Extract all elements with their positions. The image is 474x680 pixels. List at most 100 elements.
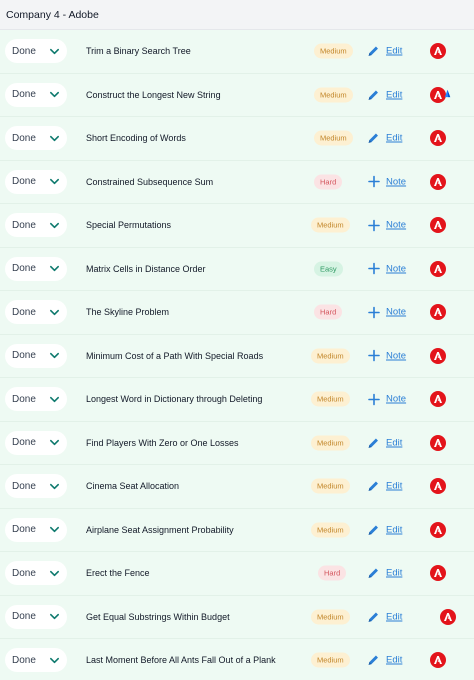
difficulty-badge: Hard (314, 174, 343, 190)
edit-note-button[interactable]: Edit (366, 609, 402, 624)
status-value: Done (12, 89, 36, 101)
atlassian-logo (442, 86, 453, 104)
problem-title[interactable]: Get Equal Substrings Within Budget (86, 612, 230, 622)
difficulty-badge: Medium (314, 43, 353, 59)
edit-note-button[interactable]: Edit (366, 131, 402, 146)
adobe-logo (430, 521, 446, 538)
status-value: Done (12, 263, 36, 275)
problem-row: Done Constrained Subsequence Sum Hard Note (0, 161, 474, 204)
add-note-button[interactable]: Note (366, 392, 406, 407)
edit-note-button[interactable]: Edit (366, 435, 402, 450)
chevron-down-icon (48, 176, 60, 188)
adobe-logo (430, 565, 446, 582)
problem-row: Done Short Encoding of Words Medium Edit (0, 117, 474, 161)
add-note-button[interactable]: Note (366, 348, 406, 363)
status-dropdown[interactable]: Done (5, 300, 67, 325)
status-value: Done (12, 611, 36, 623)
status-dropdown[interactable]: Done (5, 474, 67, 499)
status-dropdown[interactable]: Done (5, 126, 67, 151)
status-dropdown[interactable]: Done (5, 213, 67, 238)
chevron-down-icon (48, 89, 60, 101)
action-label: Note (386, 219, 407, 231)
problem-title[interactable]: Erect the Fence (86, 568, 150, 578)
add-note-button[interactable]: Note (366, 305, 406, 320)
chevron-down-icon (48, 306, 60, 318)
problem-list: Done Trim a Binary Search Tree Medium Edit D… (0, 30, 474, 680)
company-title: Company 4 - Adobe (6, 8, 99, 21)
add-note-button[interactable]: Note (366, 261, 406, 276)
problem-title[interactable]: Construct the Longest New String (86, 90, 221, 100)
problem-title[interactable]: Longest Word in Dictionary through Delet… (86, 394, 262, 404)
difficulty-badge: Medium (311, 391, 350, 407)
chevron-down-icon (48, 263, 60, 275)
status-value: Done (12, 132, 36, 144)
edit-note-button[interactable]: Edit (366, 87, 402, 102)
status-dropdown[interactable]: Done (5, 387, 67, 412)
company-header[interactable]: Company 4 - Adobe (0, 0, 474, 30)
status-dropdown[interactable]: Done (5, 517, 67, 542)
problem-row: Done Trim a Binary Search Tree Medium Edit (0, 30, 474, 74)
status-dropdown[interactable]: Done (5, 561, 67, 586)
status-dropdown[interactable]: Done (5, 39, 67, 64)
difficulty-badge: Hard (314, 304, 343, 320)
status-dropdown[interactable]: Done (5, 256, 67, 281)
problem-row: Done Get Equal Substrings Within Budget Me… (0, 596, 474, 639)
adobe-logo (430, 304, 446, 321)
adobe-logo (430, 347, 446, 364)
problem-title[interactable]: Minimum Cost of a Path With Special Road… (86, 351, 263, 361)
action-label: Edit (386, 89, 403, 101)
plus-icon (366, 392, 381, 407)
problem-title[interactable]: Find Players With Zero or One Losses (86, 438, 239, 448)
action-label: Edit (386, 524, 403, 536)
status-dropdown[interactable]: Done (5, 343, 67, 368)
problem-title[interactable]: Airplane Seat Assignment Probability (86, 525, 234, 535)
pencil-icon (366, 609, 381, 624)
action-label: Note (386, 306, 407, 318)
action-label: Note (386, 393, 407, 405)
edit-note-button[interactable]: Edit (366, 653, 402, 668)
problem-row: Done Last Moment Before All Ants Fall Out… (0, 639, 474, 680)
status-dropdown[interactable]: Done (5, 82, 67, 107)
status-dropdown[interactable]: Done (5, 169, 67, 194)
difficulty-badge: Medium (311, 609, 350, 625)
edit-note-button[interactable]: Edit (366, 522, 402, 537)
adobe-logo (430, 260, 446, 277)
chevron-down-icon (48, 524, 60, 536)
chevron-down-icon (48, 132, 60, 144)
problem-title[interactable]: Matrix Cells in Distance Order (86, 264, 206, 274)
problem-row: Done The Skyline Problem Hard Note (0, 291, 474, 335)
plus-icon (366, 261, 381, 276)
problem-title[interactable]: Constrained Subsequence Sum (86, 177, 213, 187)
edit-note-button[interactable]: Edit (366, 479, 402, 494)
pencil-icon (366, 479, 381, 494)
action-label: Edit (386, 132, 403, 144)
add-note-button[interactable]: Note (366, 174, 406, 189)
action-label: Edit (386, 45, 403, 57)
action-label: Edit (386, 437, 403, 449)
problem-title[interactable]: Last Moment Before All Ants Fall Out of … (86, 655, 276, 665)
problem-title[interactable]: Trim a Binary Search Tree (86, 46, 191, 56)
problem-row: Done Matrix Cells in Distance Order Easy No… (0, 248, 474, 291)
status-dropdown[interactable]: Done (5, 430, 67, 455)
adobe-logo (430, 391, 446, 408)
pencil-icon (366, 522, 381, 537)
pencil-icon (366, 44, 381, 59)
problem-title[interactable]: Special Permutations (86, 220, 171, 230)
status-dropdown[interactable]: Done (5, 648, 67, 673)
problem-title[interactable]: Short Encoding of Words (86, 133, 186, 143)
status-value: Done (12, 219, 36, 231)
chevron-down-icon (48, 45, 60, 57)
problem-row: Done Cinema Seat Allocation Medium Edit (0, 465, 474, 509)
add-note-button[interactable]: Note (366, 218, 406, 233)
edit-note-button[interactable]: Edit (366, 566, 402, 581)
problem-title[interactable]: The Skyline Problem (86, 307, 169, 317)
adobe-logo (430, 43, 446, 60)
problem-row: Done Special Permutations Medium Note (0, 204, 474, 248)
status-dropdown[interactable]: Done (5, 604, 67, 629)
status-value: Done (12, 45, 36, 57)
adobe-logo (430, 173, 446, 190)
problem-title[interactable]: Cinema Seat Allocation (86, 481, 179, 491)
adobe-logo (440, 608, 456, 625)
edit-note-button[interactable]: Edit (366, 44, 402, 59)
status-value: Done (12, 654, 36, 666)
